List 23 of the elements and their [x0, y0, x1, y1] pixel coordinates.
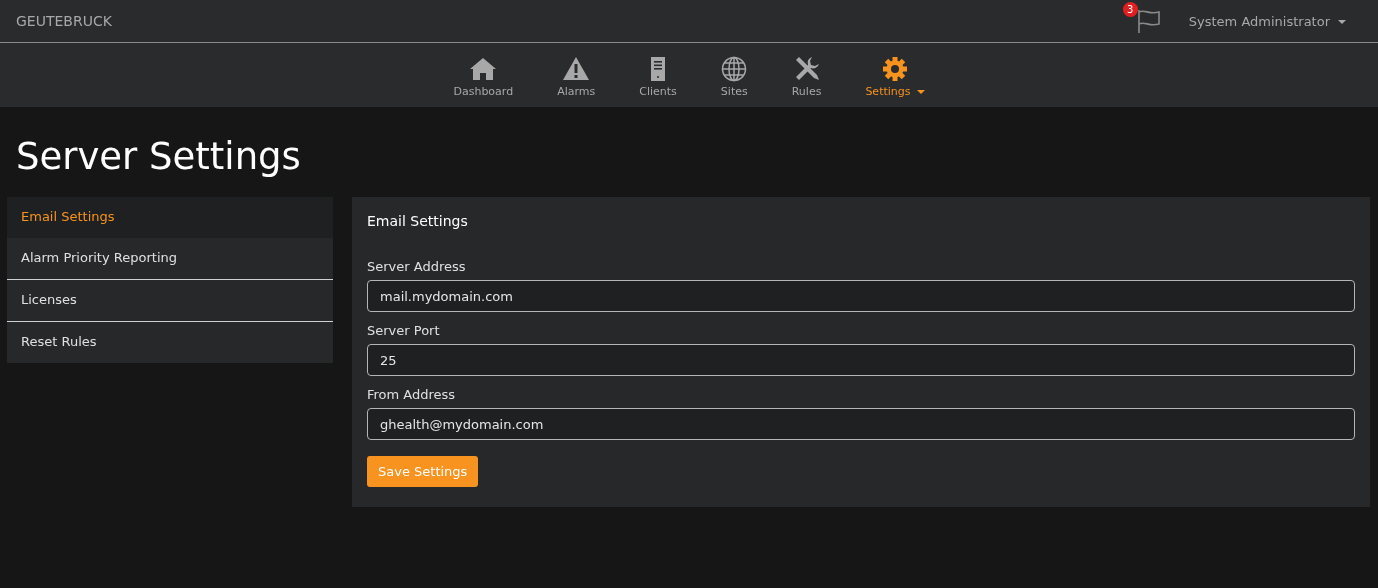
- field-label: Server Address: [367, 259, 467, 274]
- input-field[interactable]: 25: [367, 344, 1355, 376]
- gear-icon: [881, 56, 908, 82]
- nav-tab[interactable]: Settings: [843, 56, 947, 107]
- field-label: From Address: [367, 387, 457, 402]
- user-menu[interactable]: System Administrator: [1188, 13, 1362, 29]
- globe-icon: [721, 56, 748, 82]
- sidebar-item[interactable]: Email Settings: [7, 197, 333, 238]
- input-field[interactable]: ghealth@mydomain.com: [367, 408, 1355, 440]
- home-icon: [469, 56, 498, 82]
- input-field[interactable]: mail.mydomain.com: [367, 280, 1355, 312]
- nav-tab[interactable]: Sites: [698, 56, 770, 107]
- nav-tab[interactable]: Clients: [617, 56, 699, 107]
- nav-tab[interactable]: Dashboard: [431, 56, 536, 107]
- page-title: Server Settings: [16, 135, 302, 180]
- warning-icon: [562, 56, 591, 82]
- notification-badge: 3: [1122, 2, 1138, 17]
- nav-tab[interactable]: Rules: [769, 56, 844, 107]
- server-icon: [649, 56, 668, 82]
- brand-name[interactable]: GEUTEBRUCK: [16, 13, 112, 29]
- nav-tab[interactable]: Alarms: [535, 56, 618, 107]
- field-label: Server Port: [367, 323, 441, 338]
- panel-title: Email Settings: [367, 213, 469, 229]
